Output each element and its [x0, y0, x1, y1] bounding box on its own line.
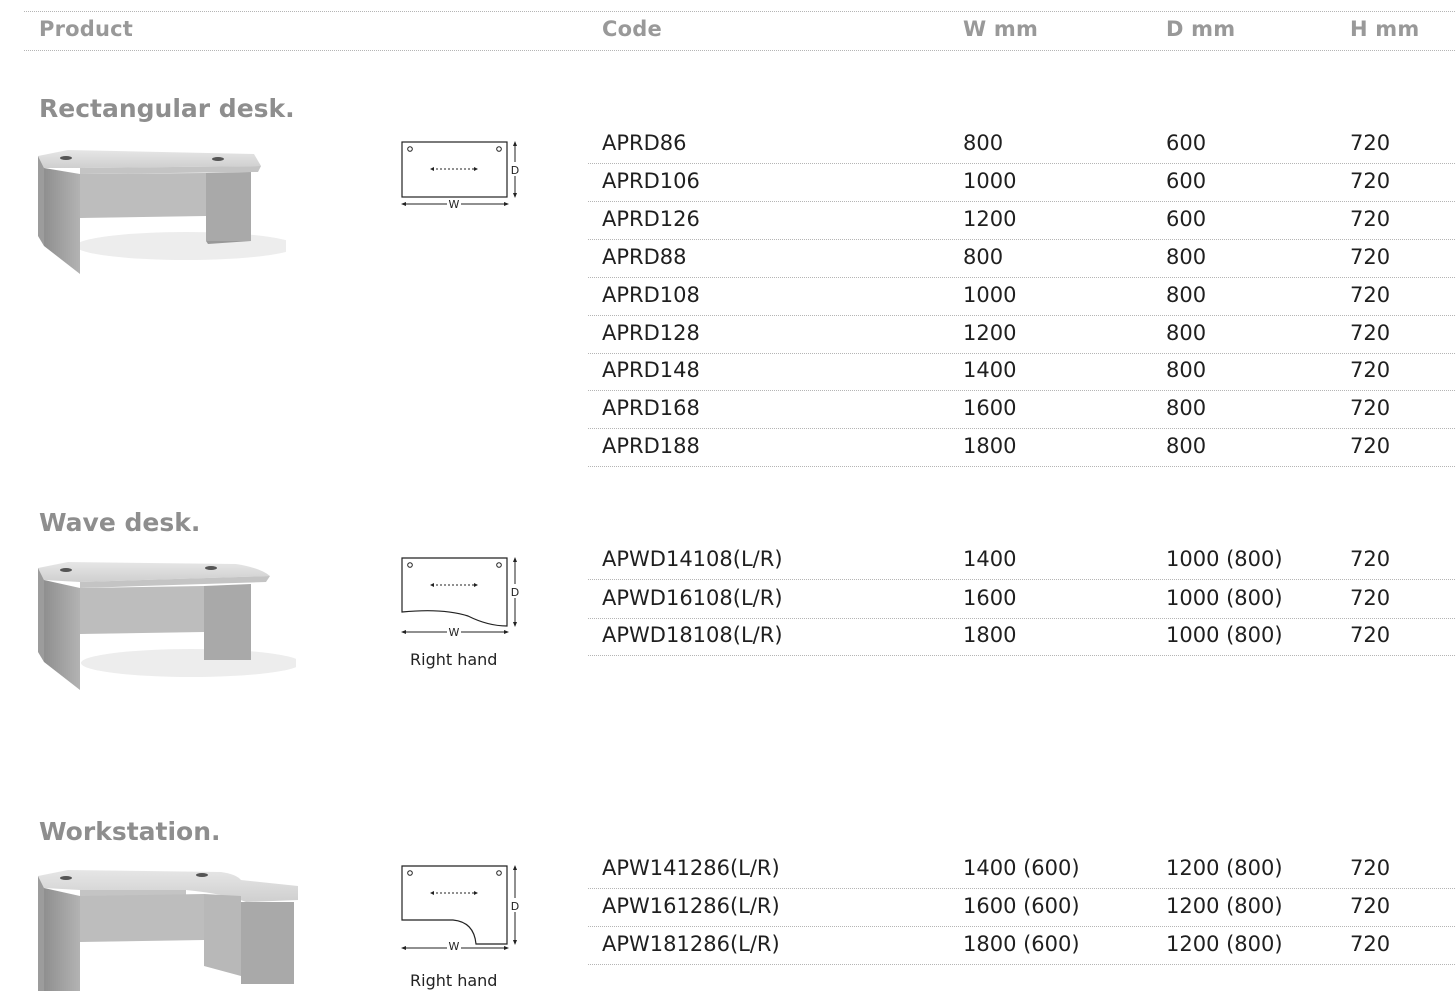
table-row: APW161286(L/R) 1600 (600) 1200 (800) 720 [588, 888, 1455, 927]
column-header-product: Product [39, 17, 134, 41]
table-row: APRD128 1200 800 720 [588, 315, 1455, 354]
cell-d: 800 [1166, 283, 1207, 307]
cell-code: APRD168 [602, 396, 700, 420]
cell-d: 800 [1166, 434, 1207, 458]
cell-code: APRD148 [602, 358, 700, 382]
cell-code: APRD128 [602, 321, 700, 345]
diagram-label-d: D [511, 586, 519, 599]
diagram-label-w: W [449, 940, 460, 950]
cell-d: 800 [1166, 321, 1207, 345]
diagram-label-d: D [511, 164, 519, 177]
table-row: APWD16108(L/R) 1600 1000 (800) 720 [588, 580, 1455, 619]
cell-d: 1000 (800) [1166, 547, 1283, 571]
diagram-caption-right-hand: Right hand [410, 650, 498, 669]
cell-h: 720 [1350, 932, 1391, 956]
cell-code: APRD126 [602, 207, 700, 231]
cell-d: 1000 (800) [1166, 586, 1283, 610]
wave-desk-photo [38, 562, 296, 690]
cell-h: 720 [1350, 321, 1391, 345]
cell-w: 800 [963, 245, 1004, 269]
cell-w: 1200 [963, 321, 1017, 345]
cell-h: 720 [1350, 169, 1391, 193]
cell-code: APRD108 [602, 283, 700, 307]
diagram-label-d: D [511, 900, 519, 913]
cell-h: 720 [1350, 131, 1391, 155]
cell-d: 1200 (800) [1166, 932, 1283, 956]
desk-photo [38, 150, 286, 274]
section-title-workstation: Workstation. [39, 817, 221, 846]
cell-w: 1400 [963, 358, 1017, 382]
cell-d: 600 [1166, 169, 1207, 193]
cell-w: 1000 [963, 283, 1017, 307]
cell-code: APWD16108(L/R) [602, 586, 783, 610]
workstation-diagram: D W [401, 865, 521, 950]
cell-w: 1800 [963, 434, 1017, 458]
column-header-h: H mm [1350, 17, 1420, 41]
cell-w: 1600 [963, 586, 1017, 610]
section-title-wave-desk: Wave desk. [39, 508, 201, 537]
cell-code: APW141286(L/R) [602, 856, 780, 880]
cell-code: APW161286(L/R) [602, 894, 780, 918]
table-row: APRD148 1400 800 720 [588, 352, 1455, 391]
cell-d: 1200 (800) [1166, 894, 1283, 918]
cell-code: APWD18108(L/R) [602, 623, 783, 647]
table-row: APWD14108(L/R) 1400 1000 (800) 720 [588, 541, 1455, 580]
table-row: APWD18108(L/R) 1800 1000 (800) 720 [588, 617, 1455, 656]
column-header-d: D mm [1166, 17, 1236, 41]
table-row: APRD106 1000 600 720 [588, 163, 1455, 202]
table-row: APRD126 1200 600 720 [588, 201, 1455, 240]
cell-w: 1000 [963, 169, 1017, 193]
cell-h: 720 [1350, 894, 1391, 918]
cell-d: 1200 (800) [1166, 856, 1283, 880]
section-title-rectangular-desk: Rectangular desk. [39, 94, 295, 123]
cell-d: 800 [1166, 358, 1207, 382]
cell-h: 720 [1350, 358, 1391, 382]
cell-w: 1400 [963, 547, 1017, 571]
header-bottom-rule [24, 50, 1455, 51]
cell-h: 720 [1350, 856, 1391, 880]
cell-h: 720 [1350, 245, 1391, 269]
cell-h: 720 [1350, 396, 1391, 420]
table-row: APRD88 800 800 720 [588, 239, 1455, 278]
wave-desk-diagram: D W [401, 557, 521, 639]
cell-code: APRD86 [602, 131, 687, 155]
table-row: APW141286(L/R) 1400 (600) 1200 (800) 720 [588, 850, 1455, 889]
cell-h: 720 [1350, 207, 1391, 231]
workstation-photo [38, 870, 298, 991]
cell-h: 720 [1350, 283, 1391, 307]
cell-d: 600 [1166, 207, 1207, 231]
cell-code: APW181286(L/R) [602, 932, 780, 956]
table-row: APRD108 1000 800 720 [588, 277, 1455, 316]
cell-h: 720 [1350, 586, 1391, 610]
cell-w: 1800 (600) [963, 932, 1080, 956]
cell-code: APRD188 [602, 434, 700, 458]
cell-d: 1000 (800) [1166, 623, 1283, 647]
cell-w: 1200 [963, 207, 1017, 231]
diagram-caption-right-hand: Right hand [410, 971, 498, 990]
cell-h: 720 [1350, 623, 1391, 647]
cell-w: 1600 [963, 396, 1017, 420]
cell-d: 800 [1166, 245, 1207, 269]
table-row: APRD86 800 600 720 [588, 125, 1455, 164]
cell-h: 720 [1350, 547, 1391, 571]
table-row: APW181286(L/R) 1800 (600) 1200 (800) 720 [588, 926, 1455, 965]
cell-code: APRD106 [602, 169, 700, 193]
cell-w: 1600 (600) [963, 894, 1080, 918]
cell-w: 1800 [963, 623, 1017, 647]
cell-d: 600 [1166, 131, 1207, 155]
column-header-code: Code [602, 17, 662, 41]
cell-code: APRD88 [602, 245, 687, 269]
diagram-label-w: W [449, 626, 460, 639]
cell-h: 720 [1350, 434, 1391, 458]
rectangular-desk-diagram: D W [401, 141, 521, 211]
cell-w: 800 [963, 131, 1004, 155]
cell-d: 800 [1166, 396, 1207, 420]
table-row: APRD168 1600 800 720 [588, 390, 1455, 429]
cell-w: 1400 (600) [963, 856, 1080, 880]
table-row: APRD188 1800 800 720 [588, 428, 1455, 467]
cell-code: APWD14108(L/R) [602, 547, 783, 571]
column-header-w: W mm [963, 17, 1039, 41]
header-top-rule [24, 11, 1455, 12]
diagram-label-w: W [449, 198, 460, 211]
